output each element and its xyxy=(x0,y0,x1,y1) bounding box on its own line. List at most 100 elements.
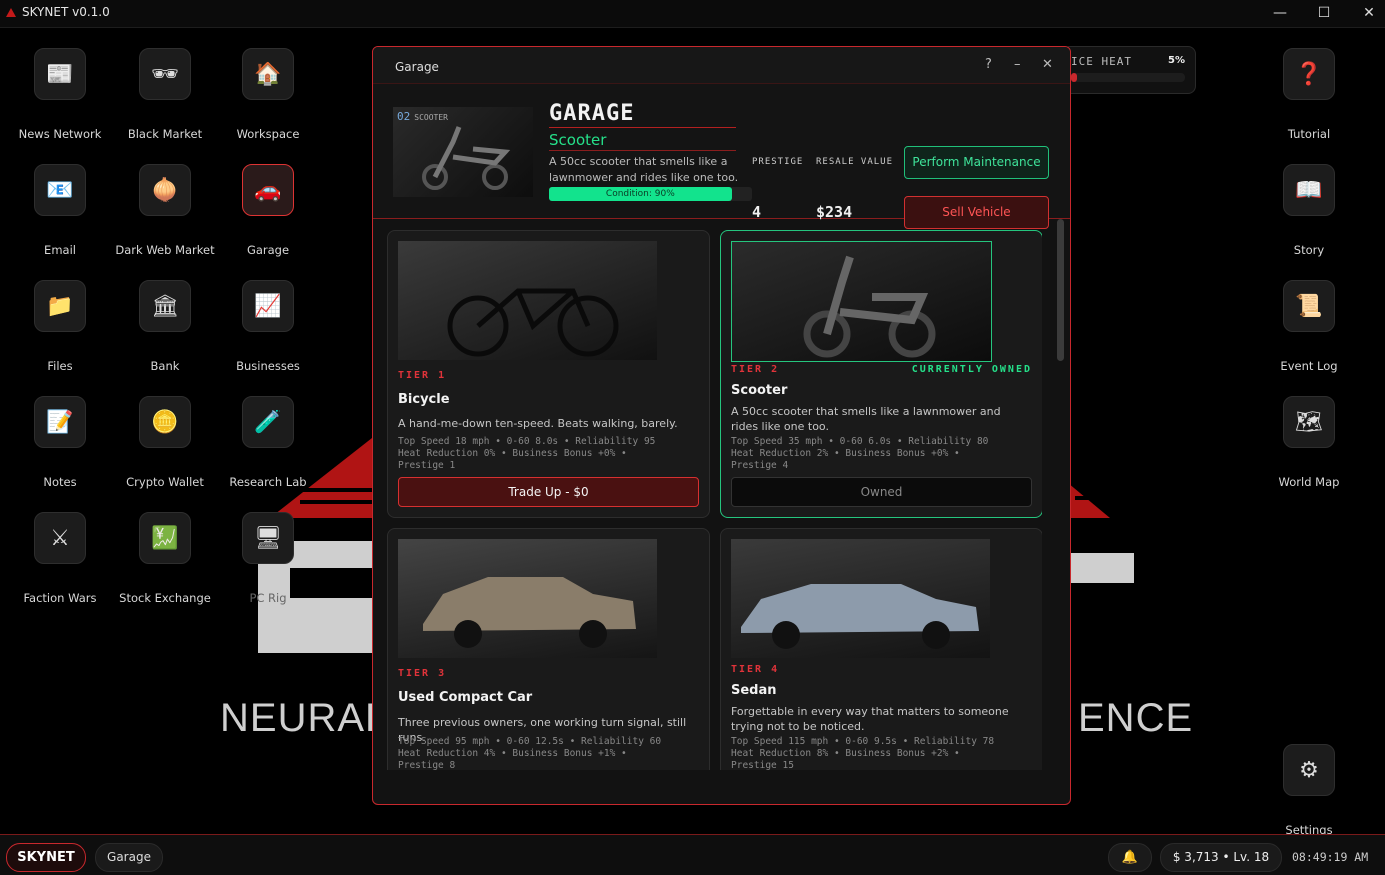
desktop-icon-tutorial[interactable]: ❓ Tutorial xyxy=(1259,48,1359,141)
title-bar: SKYNET v0.1.0 — ☐ ✕ xyxy=(0,0,1385,28)
desktop-icon-workspace[interactable]: 🏠 Workspace xyxy=(218,48,318,141)
taskbar: SKYNET Garage 🔔 $ 3,713 • Lv. 18 08:49:1… xyxy=(0,834,1385,875)
vehicle-specs: Top Speed 95 mph • 0-60 12.5s • Reliabil… xyxy=(398,736,662,770)
question-icon: ❓ xyxy=(1283,48,1335,100)
vehicle-desc: A 50cc scooter that smells like a lawnmo… xyxy=(731,405,1001,433)
scrollbar-thumb[interactable] xyxy=(1057,219,1064,361)
desktop-icon-news-network[interactable]: 📰 News Network xyxy=(10,48,110,141)
sell-vehicle-button[interactable]: Sell Vehicle xyxy=(904,196,1049,229)
compact-car-illustration xyxy=(423,577,636,648)
desktop-icon-bank[interactable]: 🏛 Bank xyxy=(115,280,215,373)
onion-icon: 🧅 xyxy=(139,164,191,216)
desktop-icon-crypto-wallet[interactable]: 🪙 Crypto Wallet xyxy=(115,396,215,489)
sunglasses-icon: 🕶 xyxy=(139,48,191,100)
desktop-icon-research-lab[interactable]: 🧪 Research Lab xyxy=(218,396,318,489)
current-vehicle-name: Scooter xyxy=(549,131,607,149)
resale-value: $234 xyxy=(816,203,853,221)
desktop-icon-dark-web-market[interactable]: 🧅 Dark Web Market xyxy=(115,164,215,257)
minimize-window-button[interactable]: — xyxy=(1265,3,1295,23)
vehicle-image xyxy=(731,539,990,658)
wallpaper-text-left: NEURAL xyxy=(220,696,389,740)
scooter-illustration xyxy=(422,126,511,190)
garage-window: Garage ? – ✕ 02 SCOOTER GARAGE Scooter A … xyxy=(372,46,1071,805)
vehicle-grid: TIER 1 Bicycle A hand-me-down ten-speed.… xyxy=(387,230,1042,770)
current-vehicle-desc: A 50cc scooter that smells like a lawnmo… xyxy=(549,155,739,184)
vehicle-card-sedan: TIER 4 Sedan Forgettable in every way th… xyxy=(720,528,1042,770)
vehicle-image xyxy=(398,241,657,360)
desktop-icon-email[interactable]: 📧 Email xyxy=(10,164,110,257)
clock: 08:49:19 AM xyxy=(1292,850,1369,864)
vehicle-name: Sedan xyxy=(731,683,777,698)
close-window-button[interactable]: ✕ xyxy=(1354,3,1384,23)
vehicle-name: Scooter xyxy=(731,383,788,398)
owned-button: Owned xyxy=(731,477,1032,507)
garage-heading: GARAGE xyxy=(549,101,635,126)
vehicle-tier: TIER 1 xyxy=(398,370,447,381)
heat-label: ICE HEAT xyxy=(1071,55,1132,68)
vehicle-specs: Top Speed 35 mph • 0-60 6.0s • Reliabili… xyxy=(731,436,989,471)
owned-tag: CURRENTLY OWNED xyxy=(911,364,1032,375)
vehicle-desc: A hand-me-down ten-speed. Beats walking,… xyxy=(398,417,678,430)
close-icon[interactable]: ✕ xyxy=(1042,57,1053,72)
app-logo-icon xyxy=(6,8,16,17)
desktop-icon-world-map[interactable]: 🗺 World Map xyxy=(1259,396,1359,489)
resale-label: RESALE VALUE xyxy=(816,157,894,167)
prestige-label: PRESTIGE xyxy=(752,157,804,167)
garage-hero: 02 SCOOTER GARAGE Scooter A 50cc scooter … xyxy=(373,84,1070,229)
prestige-value: 4 xyxy=(752,203,762,221)
desktop-icon-garage[interactable]: 🚗 Garage xyxy=(218,164,318,257)
sedan-illustration xyxy=(741,584,979,649)
computer-icon: 🖥 xyxy=(242,512,294,564)
bank-icon: 🏛 xyxy=(139,280,191,332)
window-header: Garage ? – ✕ xyxy=(373,47,1070,84)
wallpaper-text-right: ENCE xyxy=(1078,696,1194,740)
desktop-icon-settings[interactable]: ⚙ Settings xyxy=(1259,744,1359,837)
gear-icon: ⚙ xyxy=(1283,744,1335,796)
maximize-window-button[interactable]: ☐ xyxy=(1309,3,1339,23)
map-icon: 🗺 xyxy=(1283,396,1335,448)
newspaper-icon: 📰 xyxy=(34,48,86,100)
email-icon: 📧 xyxy=(34,164,86,216)
vehicle-tier: TIER 3 xyxy=(398,668,447,679)
desktop-icon-files[interactable]: 📁 Files xyxy=(10,280,110,373)
start-button[interactable]: SKYNET xyxy=(6,843,86,872)
chart-icon: 📈 xyxy=(242,280,294,332)
desktop-icon-notes[interactable]: 📝 Notes xyxy=(10,396,110,489)
vehicle-divider xyxy=(549,150,736,151)
bell-icon[interactable]: 🔔 xyxy=(1108,843,1152,872)
vehicle-image xyxy=(398,539,657,658)
stock-icon: 💹 xyxy=(139,512,191,564)
vehicle-tier: TIER 4 xyxy=(731,664,780,675)
help-button[interactable]: ? xyxy=(985,57,992,72)
desktop-icon-story[interactable]: 📖 Story xyxy=(1259,164,1359,257)
vehicle-name: Bicycle xyxy=(398,392,450,407)
desktop-icon-black-market[interactable]: 🕶 Black Market xyxy=(115,48,215,141)
trade-up-button[interactable]: Trade Up - $0 xyxy=(398,477,699,507)
scroll-icon: 📜 xyxy=(1283,280,1335,332)
test-tube-icon: 🧪 xyxy=(242,396,294,448)
taskbar-app-garage[interactable]: Garage xyxy=(95,843,163,872)
vehicle-card-scooter: TIER 2 CURRENTLY OWNED Scooter A 50cc sc… xyxy=(720,230,1042,518)
app-title: SKYNET v0.1.0 xyxy=(22,5,110,19)
heat-fill xyxy=(1071,73,1077,82)
heading-divider xyxy=(549,127,736,128)
scooter-illustration xyxy=(803,255,936,358)
folder-icon: 📁 xyxy=(34,280,86,332)
desktop-icon-businesses[interactable]: 📈 Businesses xyxy=(218,280,318,373)
desktop-icon-stock-exchange[interactable]: 💹 Stock Exchange xyxy=(115,512,215,605)
coin-icon: 🪙 xyxy=(139,396,191,448)
desktop-icon-faction-wars[interactable]: ⚔ Faction Wars xyxy=(10,512,110,605)
vehicle-specs: Top Speed 115 mph • 0-60 9.5s • Reliabil… xyxy=(731,736,995,770)
condition-fill: Condition: 90% xyxy=(549,187,732,201)
perform-maintenance-button[interactable]: Perform Maintenance xyxy=(904,146,1049,179)
desktop-icon-event-log[interactable]: 📜 Event Log xyxy=(1259,280,1359,373)
heat-value: 5% xyxy=(1168,55,1185,66)
minimize-button[interactable]: – xyxy=(1014,57,1021,72)
vehicle-image xyxy=(731,241,992,362)
vehicle-desc: Forgettable in every way that matters to… xyxy=(731,705,1009,733)
current-vehicle-image: 02 SCOOTER xyxy=(393,107,533,197)
vehicle-card-bicycle: TIER 1 Bicycle A hand-me-down ten-speed.… xyxy=(387,230,710,518)
heat-widget: ICE HEAT 5% xyxy=(1062,46,1196,94)
desktop-icon-pc-rig[interactable]: 🖥 PC Rig xyxy=(218,512,318,605)
swords-icon: ⚔ xyxy=(34,512,86,564)
